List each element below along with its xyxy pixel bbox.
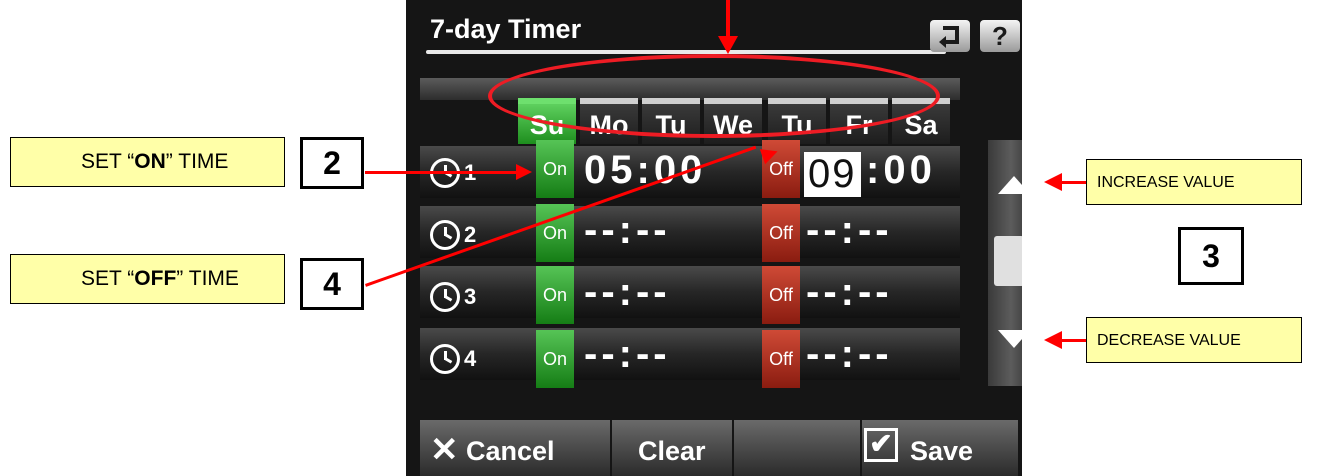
decrease-label: DECREASE VALUE — [1097, 332, 1241, 349]
arrow-to-on — [365, 171, 521, 174]
on-toggle[interactable]: On — [536, 266, 574, 324]
save-label: Save — [910, 436, 974, 466]
set-on-callout: SET “ON” TIME — [10, 137, 285, 187]
step-2-box: 2 — [300, 137, 364, 189]
on-time[interactable]: --:-- — [584, 332, 671, 377]
arrow-to-increase — [1060, 181, 1086, 184]
clock-icon — [430, 344, 460, 374]
page: { "device": { "title": "7-day Timer", "b… — [0, 0, 1323, 476]
off-toggle[interactable]: Off — [762, 204, 800, 262]
help-button[interactable]: ? — [980, 20, 1020, 52]
arrow-to-decrease — [1060, 339, 1086, 342]
on-time[interactable]: --:-- — [584, 208, 671, 253]
clock-icon — [430, 220, 460, 250]
off-time[interactable]: --:-- — [806, 332, 893, 377]
top-arrowhead — [718, 36, 738, 54]
clear-label: Clear — [638, 436, 706, 466]
days-highlight — [488, 54, 940, 138]
on-toggle[interactable]: On — [536, 140, 574, 198]
top-arrow — [726, 0, 730, 40]
increase-callout: INCREASE VALUE — [1086, 159, 1302, 205]
back-button[interactable] — [930, 20, 970, 52]
off-toggle[interactable]: Off — [762, 330, 800, 388]
decrease-arrow-icon[interactable] — [998, 330, 1022, 348]
step-4-box: 4 — [300, 258, 364, 310]
set-on-text: SET “ON” TIME — [81, 150, 229, 173]
decrease-callout: DECREASE VALUE — [1086, 317, 1302, 363]
set-off-callout: SET “OFF” TIME — [10, 254, 285, 304]
back-arrow-icon — [939, 26, 959, 48]
step-3-box: 3 — [1178, 227, 1244, 285]
increase-label: INCREASE VALUE — [1097, 174, 1235, 191]
clock-icon — [430, 282, 460, 312]
close-icon: ✕ — [430, 431, 459, 469]
set-off-text: SET “OFF” TIME — [81, 267, 239, 290]
off-hour-selected[interactable]: 09 — [804, 152, 861, 197]
on-time[interactable]: --:-- — [584, 270, 671, 315]
screen-title: 7-day Timer — [430, 14, 582, 44]
row-number: 4 — [464, 346, 477, 371]
arrowhead-increase — [1044, 173, 1062, 191]
off-toggle[interactable]: Off — [762, 266, 800, 324]
increase-arrow-icon[interactable] — [998, 176, 1022, 194]
arrowhead-on — [516, 164, 532, 180]
keypad-icon[interactable] — [994, 236, 1022, 286]
row-number: 3 — [464, 284, 477, 309]
off-time[interactable]: --:-- — [806, 208, 893, 253]
on-toggle[interactable]: On — [536, 330, 574, 388]
cancel-label: Cancel — [466, 436, 555, 466]
arrowhead-decrease — [1044, 331, 1062, 349]
off-minutes[interactable]: :00 — [866, 148, 936, 193]
footer-blank — [734, 420, 860, 476]
check-icon: ✔ — [864, 428, 898, 462]
off-time[interactable]: --:-- — [806, 270, 893, 315]
